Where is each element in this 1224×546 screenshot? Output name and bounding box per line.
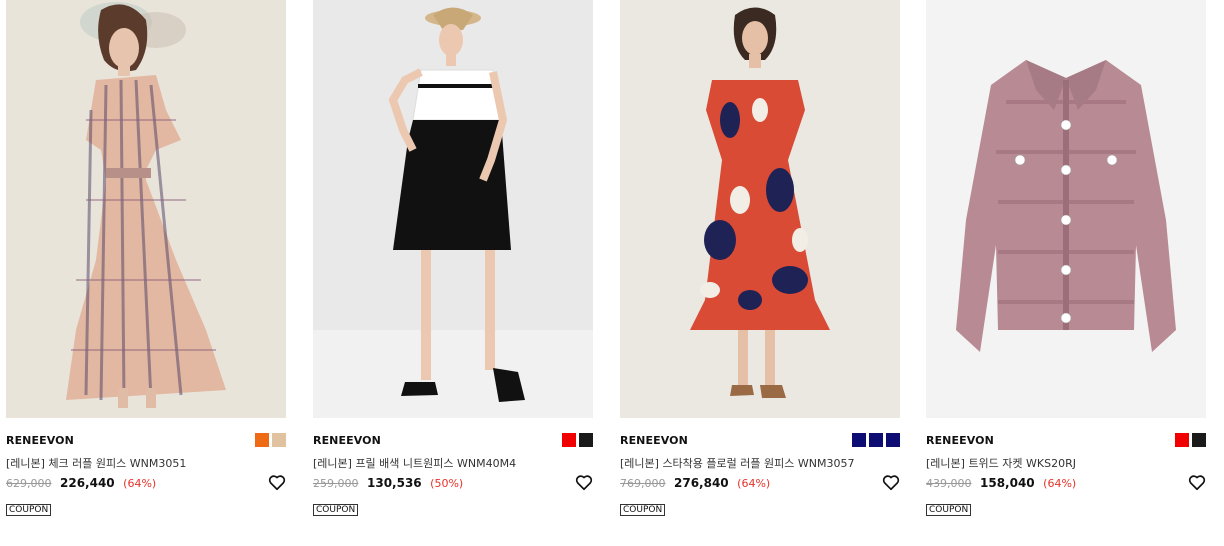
- product-image[interactable]: [620, 0, 900, 418]
- color-swatch[interactable]: [869, 433, 883, 447]
- color-swatch[interactable]: [886, 433, 900, 447]
- discount-rate: (64%): [737, 477, 771, 490]
- heart-outline-icon[interactable]: [268, 474, 286, 491]
- product-card[interactable]: RENEEVON [레니본] 프릴 배색 니트원피스 WNM40M4 259,0…: [313, 0, 593, 530]
- product-image[interactable]: [926, 0, 1206, 418]
- product-card[interactable]: RENEEVON [레니본] 체크 러플 원피스 WNM3051 629,000…: [6, 0, 286, 530]
- color-swatch[interactable]: [562, 433, 576, 447]
- sale-price: 130,536: [367, 476, 422, 490]
- original-price: 769,000: [620, 477, 666, 490]
- color-swatch[interactable]: [579, 433, 593, 447]
- color-swatch[interactable]: [255, 433, 269, 447]
- color-swatches: [562, 433, 593, 447]
- color-swatch[interactable]: [1175, 433, 1189, 447]
- price-row: 769,000 276,840 (64%): [620, 476, 770, 490]
- product-card[interactable]: RENEEVON [레니본] 스타착용 플로럴 러플 원피스 WNM3057 7…: [620, 0, 900, 530]
- color-swatches: [255, 433, 286, 447]
- price-row: 439,000 158,040 (64%): [926, 476, 1076, 490]
- discount-rate: (50%): [430, 477, 464, 490]
- product-name[interactable]: [레니본] 체크 러플 원피스 WNM3051: [6, 455, 186, 471]
- brand-name: RENEEVON: [926, 434, 994, 447]
- original-price: 439,000: [926, 477, 972, 490]
- coupon-badge[interactable]: COUPON: [620, 504, 666, 516]
- original-price: 629,000: [6, 477, 52, 490]
- original-price: 259,000: [313, 477, 359, 490]
- brand-name: RENEEVON: [620, 434, 688, 447]
- product-card[interactable]: RENEEVON [레니본] 트위드 자켓 WKS20RJ 439,000 15…: [926, 0, 1206, 530]
- coupon-badge[interactable]: COUPON: [313, 504, 359, 516]
- coupon-badge[interactable]: COUPON: [6, 504, 52, 516]
- heart-outline-icon[interactable]: [882, 474, 900, 491]
- coupon-badge[interactable]: COUPON: [926, 504, 972, 516]
- sale-price: 226,440: [60, 476, 115, 490]
- sale-price: 276,840: [674, 476, 729, 490]
- color-swatch[interactable]: [272, 433, 286, 447]
- discount-rate: (64%): [123, 477, 157, 490]
- price-row: 629,000 226,440 (64%): [6, 476, 156, 490]
- heart-outline-icon[interactable]: [575, 474, 593, 491]
- product-image[interactable]: [6, 0, 286, 418]
- product-name[interactable]: [레니본] 프릴 배색 니트원피스 WNM40M4: [313, 455, 516, 471]
- color-swatch[interactable]: [852, 433, 866, 447]
- color-swatches: [852, 433, 900, 447]
- sale-price: 158,040: [980, 476, 1035, 490]
- product-name[interactable]: [레니본] 트위드 자켓 WKS20RJ: [926, 455, 1076, 471]
- heart-outline-icon[interactable]: [1188, 474, 1206, 491]
- discount-rate: (64%): [1043, 477, 1077, 490]
- brand-name: RENEEVON: [313, 434, 381, 447]
- color-swatch[interactable]: [1192, 433, 1206, 447]
- product-name[interactable]: [레니본] 스타착용 플로럴 러플 원피스 WNM3057: [620, 455, 854, 471]
- product-grid: RENEEVON [레니본] 체크 러플 원피스 WNM3051 629,000…: [0, 0, 1224, 546]
- product-image[interactable]: [313, 0, 593, 418]
- brand-name: RENEEVON: [6, 434, 74, 447]
- price-row: 259,000 130,536 (50%): [313, 476, 463, 490]
- color-swatches: [1175, 433, 1206, 447]
